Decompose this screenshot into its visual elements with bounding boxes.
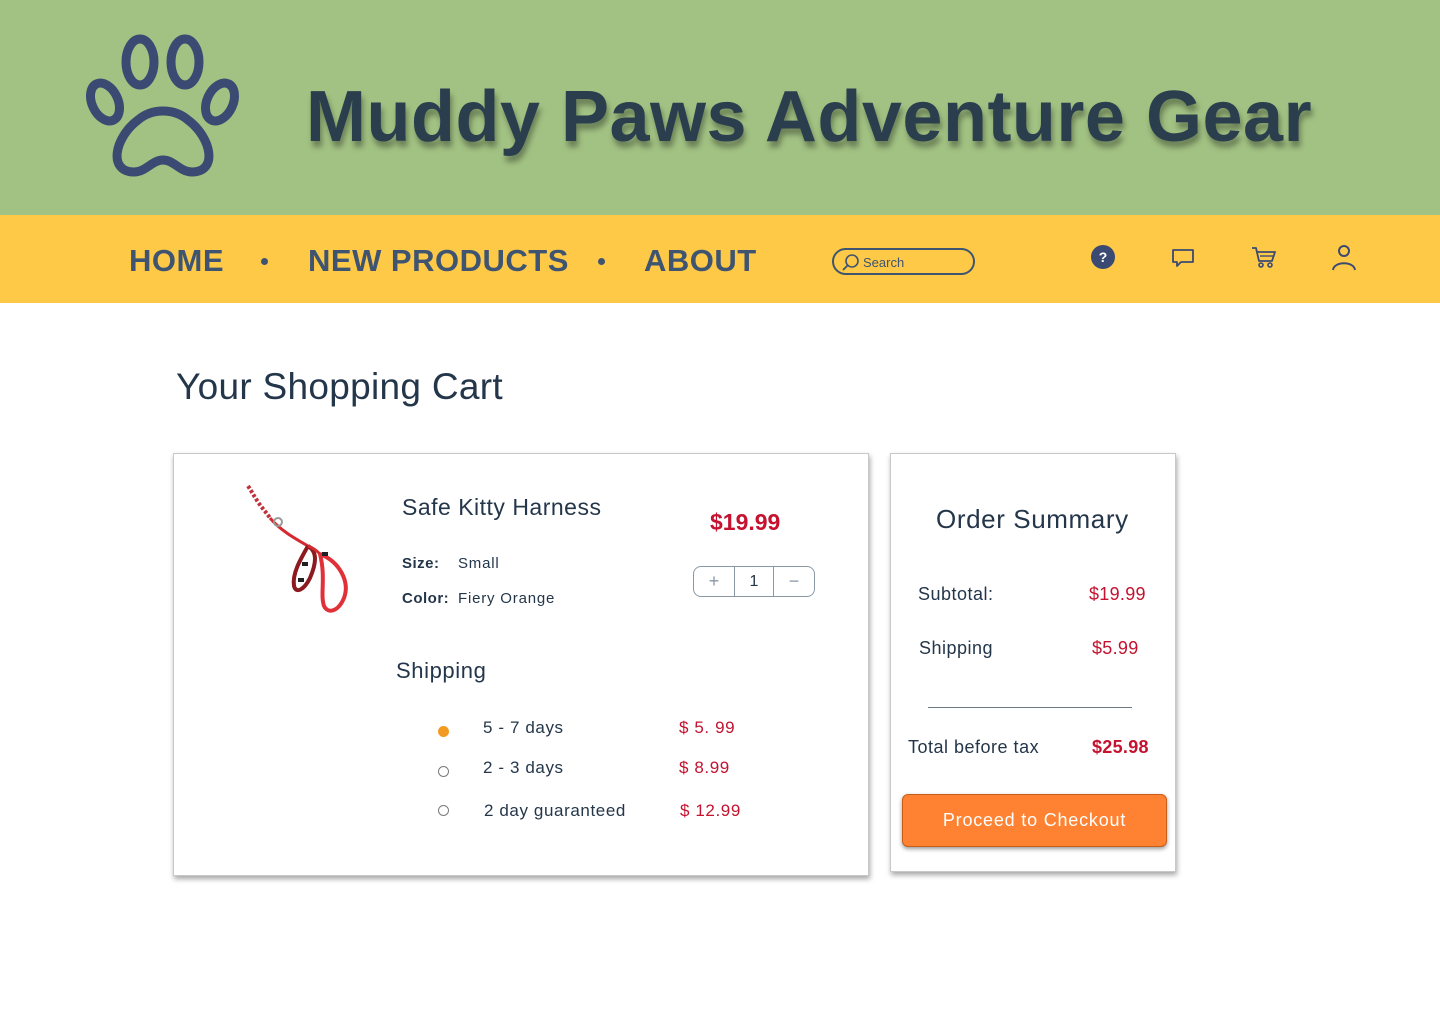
chat-icon[interactable] bbox=[1169, 243, 1197, 271]
search-input[interactable] bbox=[863, 252, 969, 272]
paw-icon[interactable] bbox=[86, 30, 246, 182]
size-label: Size: bbox=[402, 555, 440, 572]
shipping-option-price: $ 5. 99 bbox=[679, 718, 736, 737]
quantity-stepper: + 1 − bbox=[693, 566, 815, 597]
order-summary-title: Order Summary bbox=[936, 504, 1129, 534]
shipping-value: $5.99 bbox=[1092, 638, 1139, 658]
site-header: Muddy Paws Adventure Gear bbox=[0, 0, 1440, 215]
nav-separator bbox=[261, 258, 268, 265]
shipping-option-label: 2 day guaranteed bbox=[484, 801, 626, 820]
shipping-option[interactable]: 2 day guaranteed $ 12.99 bbox=[174, 799, 870, 829]
total-value: $25.98 bbox=[1092, 737, 1149, 757]
page-title: Your Shopping Cart bbox=[176, 366, 503, 407]
checkout-button[interactable]: Proceed to Checkout bbox=[902, 794, 1167, 847]
nav-new-products-link[interactable]: NEW PRODUCTS bbox=[308, 243, 569, 279]
cart-item-card: Safe Kitty Harness Size: Small Color: Fi… bbox=[173, 453, 869, 876]
color-value: Fiery Orange bbox=[458, 590, 556, 607]
main-nav: HOME NEW PRODUCTS ABOUT ? bbox=[0, 215, 1440, 303]
site-title: Muddy Paws Adventure Gear bbox=[306, 77, 1313, 157]
help-icon[interactable]: ? bbox=[1089, 243, 1117, 271]
shipping-option-label: 5 - 7 days bbox=[483, 718, 564, 737]
svg-text:?: ? bbox=[1099, 249, 1108, 265]
product-image[interactable] bbox=[240, 482, 356, 624]
shipping-heading: Shipping bbox=[396, 658, 487, 683]
decrement-button[interactable]: − bbox=[774, 567, 814, 596]
shipping-option-label: 2 - 3 days bbox=[483, 758, 564, 777]
size-value: Small bbox=[458, 555, 500, 572]
shipping-radio-selected[interactable] bbox=[438, 726, 449, 737]
shipping-option-price: $ 8.99 bbox=[679, 758, 730, 777]
color-label: Color: bbox=[402, 590, 450, 607]
increment-button[interactable]: + bbox=[694, 567, 734, 596]
shipping-radio[interactable] bbox=[438, 766, 449, 777]
shipping-label: Shipping bbox=[919, 638, 994, 658]
user-icon[interactable] bbox=[1330, 243, 1358, 271]
summary-divider bbox=[928, 707, 1132, 708]
quantity-value[interactable]: 1 bbox=[734, 567, 774, 596]
product-name[interactable]: Safe Kitty Harness bbox=[402, 494, 601, 521]
product-price: $19.99 bbox=[710, 509, 781, 535]
shipping-option-price: $ 12.99 bbox=[680, 801, 741, 820]
shipping-radio[interactable] bbox=[438, 805, 449, 816]
order-summary-card: Order Summary Subtotal: $19.99 Shipping … bbox=[890, 453, 1176, 872]
search-box[interactable] bbox=[832, 248, 975, 275]
shipping-option[interactable]: 2 - 3 days $ 8.99 bbox=[174, 757, 870, 787]
cart-icon[interactable] bbox=[1250, 243, 1278, 271]
nav-about-link[interactable]: ABOUT bbox=[644, 243, 757, 279]
subtotal-label: Subtotal: bbox=[918, 584, 994, 604]
nav-separator bbox=[598, 258, 605, 265]
shipping-option[interactable]: 5 - 7 days $ 5. 99 bbox=[174, 716, 870, 746]
nav-home-link[interactable]: HOME bbox=[129, 243, 224, 279]
subtotal-value: $19.99 bbox=[1089, 584, 1146, 604]
search-icon[interactable] bbox=[842, 253, 860, 271]
total-label: Total before tax bbox=[908, 737, 1040, 757]
